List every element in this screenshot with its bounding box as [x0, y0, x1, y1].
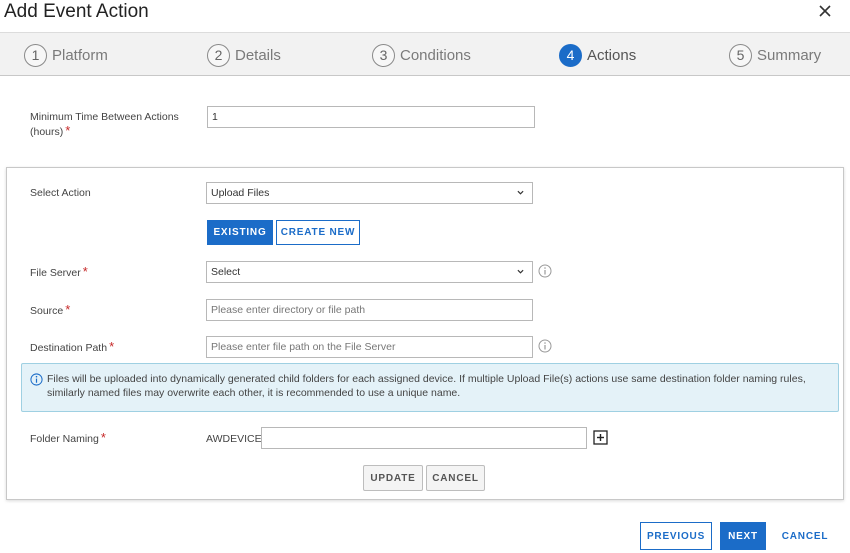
source-input[interactable] — [206, 299, 533, 321]
info-message-box: Files will be uploaded into dynamically … — [21, 363, 839, 412]
chevron-down-icon — [517, 190, 524, 195]
required-mark: * — [109, 339, 115, 354]
step-label: Details — [235, 46, 281, 64]
step-number: 5 — [729, 43, 752, 67]
select-action-value: Upload Files — [211, 187, 270, 199]
previous-button[interactable]: PREVIOUS — [640, 522, 712, 550]
folder-naming-prefix: AWDEVICE_ — [206, 433, 268, 445]
min-time-label-text: Minimum Time Between Actions (hours) — [30, 111, 179, 138]
file-server-dropdown[interactable]: Select — [206, 261, 533, 283]
create-new-button[interactable]: CREATE NEW — [276, 220, 360, 245]
close-icon[interactable] — [816, 2, 834, 20]
select-action-label: Select Action — [30, 187, 91, 199]
panel-cancel-button[interactable]: CANCEL — [426, 465, 485, 491]
step-actions[interactable]: 4 Actions — [559, 43, 636, 67]
action-panel — [6, 167, 844, 500]
required-mark: * — [100, 430, 106, 445]
folder-naming-label-text: Folder Naming — [30, 433, 99, 445]
step-number: 4 — [559, 43, 582, 67]
update-button[interactable]: UPDATE — [363, 465, 423, 491]
required-mark: * — [65, 302, 71, 317]
file-server-label: File Server * — [30, 265, 88, 280]
required-mark: * — [65, 123, 71, 138]
next-button[interactable]: NEXT — [720, 522, 766, 550]
step-number: 1 — [24, 43, 47, 67]
destination-path-label-text: Destination Path — [30, 342, 108, 354]
info-icon[interactable] — [538, 339, 552, 353]
min-time-input[interactable] — [207, 106, 535, 128]
wizard-stepper: 1 Platform 2 Details 3 Conditions 4 Acti… — [0, 32, 850, 76]
existing-button[interactable]: EXISTING — [207, 220, 273, 245]
select-action-dropdown[interactable]: Upload Files — [206, 182, 533, 204]
step-number: 3 — [372, 43, 395, 67]
destination-path-input[interactable] — [206, 336, 533, 358]
info-message-text: Files will be uploaded into dynamically … — [47, 373, 806, 399]
step-label: Summary — [757, 46, 822, 64]
source-label: Source * — [30, 303, 70, 318]
step-label: Actions — [587, 46, 637, 64]
required-mark: * — [82, 264, 88, 279]
step-conditions[interactable]: 3 Conditions — [372, 43, 471, 67]
step-label: Conditions — [400, 46, 471, 64]
add-token-icon[interactable] — [593, 430, 608, 445]
dialog-title: Add Event Action — [4, 1, 149, 22]
step-label: Platform — [52, 46, 108, 64]
step-number: 2 — [207, 43, 230, 67]
folder-naming-input[interactable] — [261, 427, 587, 449]
chevron-down-icon — [517, 269, 524, 274]
step-details[interactable]: 2 Details — [207, 43, 281, 67]
source-label-text: Source — [30, 305, 64, 317]
info-icon — [30, 373, 43, 386]
step-platform[interactable]: 1 Platform — [24, 43, 108, 67]
file-server-value: Select — [211, 266, 241, 278]
file-server-label-text: File Server — [30, 267, 81, 279]
info-icon[interactable] — [538, 264, 552, 278]
destination-path-label: Destination Path * — [30, 340, 114, 355]
step-summary[interactable]: 5 Summary — [729, 43, 821, 67]
min-time-label: Minimum Time Between Actions (hours) * — [30, 110, 190, 139]
footer-cancel-button[interactable]: CANCEL — [776, 522, 834, 550]
folder-naming-label: Folder Naming * — [30, 431, 106, 446]
